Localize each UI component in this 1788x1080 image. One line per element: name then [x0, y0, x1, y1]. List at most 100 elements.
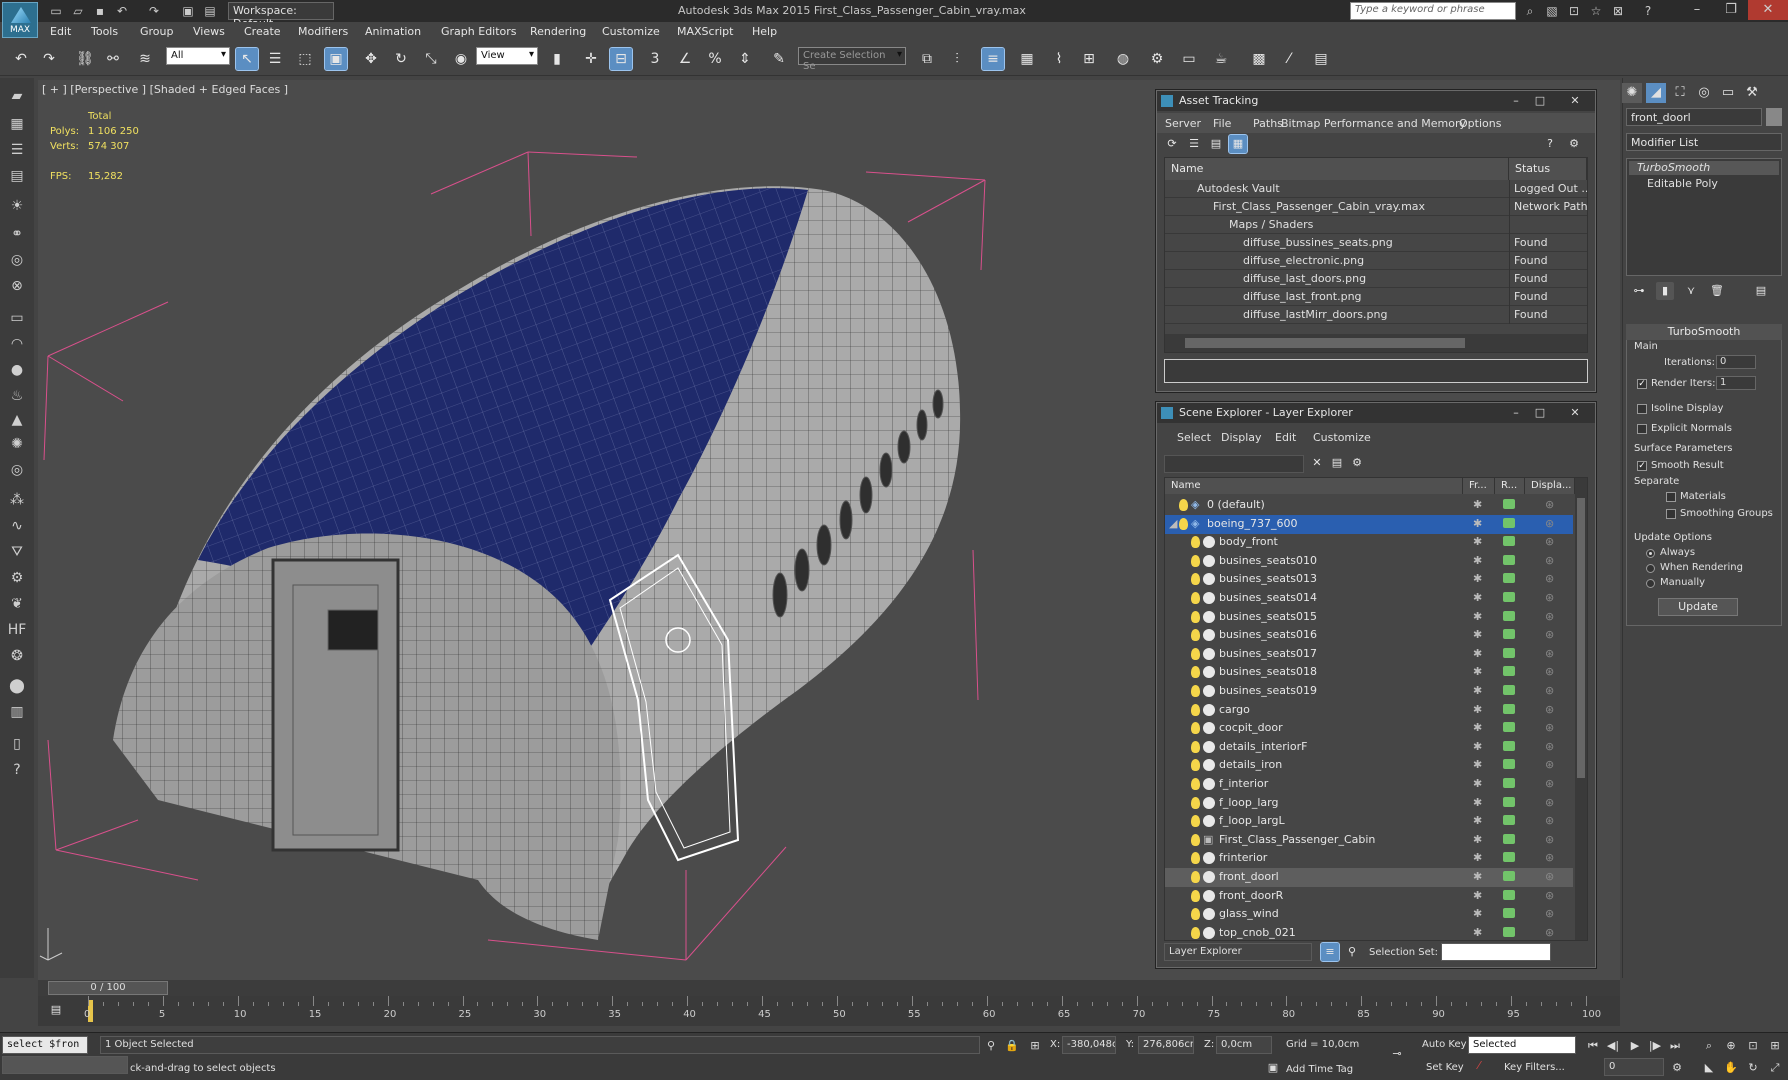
freeze-toggle-icon[interactable]: ✱ [1473, 572, 1482, 585]
asset-help-icon[interactable]: ? [1541, 135, 1559, 153]
layer-row[interactable]: busines_seats015 ✱ ⊛ [1165, 608, 1573, 627]
time-slider-track[interactable] [38, 980, 1620, 996]
render-toggle-icon[interactable] [1503, 796, 1515, 807]
layer-row[interactable]: details_interiorF ✱ ⊛ [1165, 738, 1573, 757]
favorite-icon[interactable]: ☆ [1588, 3, 1604, 19]
freeze-toggle-icon[interactable]: ✱ [1473, 647, 1482, 660]
menu-maxscript[interactable]: MAXScript [677, 25, 733, 38]
menu-graph-editors[interactable]: Graph Editors [441, 25, 517, 38]
add-time-tag-button[interactable]: Add Time Tag [1286, 1064, 1353, 1075]
asset-maximize-button[interactable]: □ [1529, 93, 1551, 109]
layer-vertical-scrollbar[interactable] [1575, 478, 1587, 940]
undo-quick-icon[interactable]: ↶ [114, 3, 130, 19]
ls-particles-icon[interactable]: ⁂ [7, 490, 27, 510]
layer-explorer-icon[interactable]: ▦ [1016, 48, 1038, 70]
object-name-field[interactable]: front_doorl [1626, 108, 1762, 126]
asset-close-button[interactable]: ✕ [1557, 93, 1593, 109]
pin-stack-icon[interactable]: ⊶ [1630, 282, 1648, 300]
ls-cone-icon[interactable]: ▲ [7, 410, 27, 430]
extras-toolbar-icon[interactable]: ▤ [1310, 48, 1332, 70]
layer-row[interactable]: frinterior ✱ ⊛ [1165, 849, 1573, 868]
cockpit-door[interactable] [271, 558, 400, 852]
scene-menu-customize[interactable]: Customize [1313, 431, 1371, 444]
ls-scene-icon[interactable]: ▦ [7, 114, 27, 134]
project-folder-icon[interactable]: ▣ [180, 3, 196, 19]
angle-snap-icon[interactable]: ∠ [674, 48, 696, 70]
render-toggle-icon[interactable] [1503, 629, 1515, 640]
display-mode-icon[interactable]: ⊛ [1545, 740, 1554, 753]
redo-quick-icon[interactable]: ↷ [146, 3, 162, 19]
layer-row[interactable]: top_cnob_021 ✱ ⊛ [1165, 924, 1573, 940]
freeze-toggle-icon[interactable]: ✱ [1473, 498, 1482, 511]
visibility-bulb-icon[interactable] [1191, 889, 1200, 902]
absolute-mode-icon[interactable]: ⊞ [1026, 1038, 1044, 1054]
edit-named-selection-icon[interactable]: ✎ [768, 48, 790, 70]
ls-list-icon[interactable]: ☰ [7, 140, 27, 160]
render-toggle-icon[interactable] [1503, 815, 1515, 826]
display-mode-icon[interactable]: ⊛ [1545, 628, 1554, 641]
visibility-bulb-icon[interactable] [1179, 499, 1188, 511]
layer-row[interactable]: busines_seats010 ✱ ⊛ [1165, 552, 1573, 571]
visibility-bulb-icon[interactable] [1191, 926, 1200, 939]
visibility-bulb-icon[interactable] [1191, 592, 1200, 604]
freeze-toggle-icon[interactable]: ✱ [1473, 907, 1482, 920]
project-icon[interactable]: ▤ [202, 3, 218, 19]
select-object-icon[interactable]: ↖ [235, 47, 259, 71]
asset-path-field[interactable] [1164, 359, 1588, 383]
selection-filter-dropdown[interactable]: All [166, 47, 230, 65]
render-toggle-icon[interactable] [1503, 926, 1515, 937]
asset-row[interactable]: diffuse_bussines_seats.png Found [1165, 234, 1587, 252]
menu-views[interactable]: Views [193, 25, 225, 38]
create-tab-icon[interactable]: ✺ [1622, 83, 1642, 103]
layer-mode-icon[interactable]: ≡ [1320, 942, 1340, 962]
asset-menu-file[interactable]: File [1213, 117, 1231, 130]
exchange-icon[interactable]: ⊠ [1610, 3, 1626, 19]
layer-col-freeze[interactable]: Fr... [1463, 478, 1495, 494]
materials-checkbox[interactable] [1666, 492, 1676, 502]
open-file-icon[interactable]: ▱ [70, 3, 86, 19]
remove-modifier-icon[interactable]: 🗑 [1708, 282, 1726, 300]
layer-col-name[interactable]: Name [1165, 478, 1463, 494]
always-radio[interactable] [1646, 549, 1655, 558]
render-toggle-icon[interactable] [1503, 908, 1515, 919]
go-to-start-icon[interactable]: ⏮ [1584, 1038, 1602, 1054]
render-toggle-icon[interactable] [1503, 778, 1515, 788]
render-toggle-icon[interactable] [1503, 610, 1515, 621]
freeze-toggle-icon[interactable]: ✱ [1473, 721, 1482, 734]
hierarchy-mode-icon[interactable]: ⚲ [1343, 943, 1361, 961]
freeze-toggle-icon[interactable]: ✱ [1473, 740, 1482, 753]
time-tag-icon[interactable]: ▣ [1264, 1060, 1282, 1076]
ls-compound-icon[interactable]: ⛛ [7, 542, 27, 562]
layer-explorer-dropdown[interactable]: Layer Explorer [1164, 943, 1312, 961]
maxscript-mini-toolbar[interactable] [2, 1056, 128, 1074]
freeze-toggle-icon[interactable]: ✱ [1473, 517, 1482, 530]
material-editor-icon[interactable]: ◍ [1112, 48, 1134, 70]
display-mode-icon[interactable]: ⊛ [1545, 777, 1554, 790]
freeze-toggle-icon[interactable]: ✱ [1473, 535, 1482, 548]
ls-gear-icon[interactable]: ⚙ [7, 568, 27, 588]
layer-row[interactable]: busines_seats016 ✱ ⊛ [1165, 626, 1573, 645]
clear-filter-icon[interactable]: ✕ [1309, 455, 1325, 471]
asset-menu-paths[interactable]: Paths [1253, 117, 1283, 130]
visibility-bulb-icon[interactable] [1191, 908, 1200, 921]
next-frame-icon[interactable]: |▶ [1646, 1038, 1664, 1054]
display-mode-icon[interactable]: ⊛ [1545, 684, 1554, 697]
track-bar-toggle-icon[interactable]: ▤ [46, 1000, 66, 1020]
visibility-bulb-icon[interactable] [1191, 610, 1200, 623]
scene-menu-display[interactable]: Display [1221, 431, 1262, 444]
place-icon[interactable]: ◉ [450, 48, 472, 70]
ls-grid-icon[interactable]: ▤ [7, 166, 27, 186]
visibility-bulb-icon[interactable] [1191, 852, 1200, 865]
percent-snap-icon[interactable]: % [704, 48, 726, 70]
display-mode-icon[interactable]: ⊛ [1545, 535, 1554, 548]
ls-dome-icon[interactable]: ◠ [7, 334, 27, 354]
render-toggle-icon[interactable] [1503, 666, 1515, 677]
field-of-view-icon[interactable]: ◣ [1700, 1060, 1718, 1076]
asset-row[interactable]: diffuse_last_front.png Found [1165, 288, 1587, 306]
layer-row[interactable]: f_loop_larg ✱ ⊛ [1165, 794, 1573, 813]
selection-lock-icon[interactable]: 🔒 [1003, 1038, 1021, 1054]
minimize-window-button[interactable]: – [1680, 0, 1714, 20]
menu-modifiers[interactable]: Modifiers [298, 25, 348, 38]
select-manipulate-icon[interactable]: ✛ [580, 48, 602, 70]
asset-col-name[interactable]: Name [1165, 158, 1509, 180]
